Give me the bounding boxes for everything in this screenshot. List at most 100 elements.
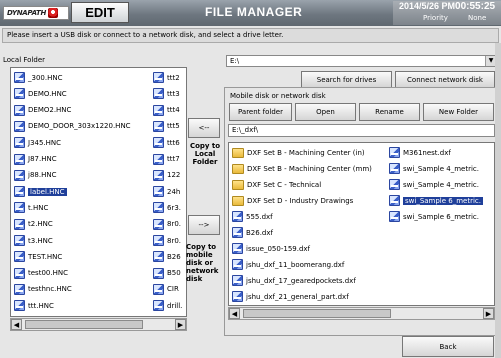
file-icon [232,243,243,254]
scroll-thumb[interactable] [25,320,143,329]
list-item[interactable]: t2.HNC [14,218,152,231]
list-item[interactable]: swi_Sample 6_metric. [389,210,493,223]
list-item[interactable]: ttt7 [153,153,187,166]
list-item[interactable]: t.HNC [14,201,152,214]
list-item[interactable]: DXF Set C - Technical [232,178,388,191]
edit-mode-button[interactable]: EDIT [71,2,129,23]
list-item[interactable]: jshu_dxf_11_boomerang.dxf [232,258,388,271]
file-icon [153,267,164,279]
list-item[interactable]: j88.HNC [14,169,152,182]
list-item[interactable]: ttt5 [153,120,187,133]
list-item[interactable]: _300.HNC [14,71,152,84]
file-name: DEMO.HNC [28,89,67,98]
file-icon [14,235,25,246]
file-name: t2.HNC [28,220,53,229]
copy-to-mobile-button[interactable]: --> [188,215,220,235]
file-name: DXF Set B - Machining Center (in) [247,148,365,157]
list-item[interactable]: TEST.HNC [14,250,152,263]
list-item[interactable]: test00.HNC [14,267,152,280]
scroll-left-arrow-icon[interactable]: ◀ [229,308,240,319]
list-item[interactable]: DEMO.HNC [14,87,152,100]
file-name: t3.HNC [28,236,53,245]
scroll-right-arrow-icon[interactable]: ▶ [175,319,186,330]
list-item[interactable]: CIR [153,283,187,296]
list-item[interactable]: DEMO2.HNC [14,104,152,117]
scroll-left-arrow-icon[interactable]: ◀ [11,319,22,330]
list-item[interactable]: drill. [153,299,187,312]
file-icon [14,267,25,279]
list-item[interactable]: DEMO_DOOR_303x1220.HNC [14,120,152,133]
file-icon [14,72,25,83]
file-icon [153,88,164,100]
list-item[interactable]: issue_050-159.dxf [232,242,388,255]
file-icon [14,104,25,116]
file-icon [389,179,400,190]
file-icon [14,202,25,214]
list-item[interactable]: jshu_dxf_17_gearedpockets.dxf [232,274,388,287]
rename-button[interactable]: Rename [359,103,420,121]
file-name: M361nest.dxf [403,148,451,157]
list-item[interactable]: B26 [153,250,187,263]
list-item[interactable]: ttt6 [153,136,187,149]
file-icon [232,227,243,238]
file-name: DEMO2.HNC [28,106,72,115]
copy-to-mobile-label: Copy to mobile disk or network disk [186,243,219,283]
connect-network-disk-button[interactable]: Connect network disk [395,71,495,88]
list-item[interactable]: t3.HNC [14,234,152,247]
mobile-disk-label: Mobile disk or network disk [230,92,326,100]
list-item[interactable]: 555.dxf [232,210,388,223]
current-path-field[interactable]: E:\_dxf\ [228,124,495,137]
list-item[interactable]: testhnc.HNC [14,283,152,296]
list-item[interactable]: DXF Set D - Industry Drawings [232,194,388,207]
scroll-thumb[interactable] [243,309,391,318]
list-item[interactable]: jshu_dxf_21_general_part.dxf [232,290,388,303]
list-item[interactable]: ttt4 [153,104,187,117]
file-name: ttt3 [167,89,180,98]
list-item[interactable]: DXF Set B - Machining Center (mm) [232,162,388,175]
file-name: 24h [167,187,181,196]
local-horizontal-scrollbar[interactable]: ◀ ▶ [10,318,187,331]
file-name: label.HNC [28,187,67,196]
list-item[interactable]: 24h [153,185,187,198]
file-icon [14,300,25,312]
copy-to-local-label: Copy to Local Folder [189,142,221,166]
list-item[interactable]: ttt3 [153,87,187,100]
file-icon [232,275,243,286]
scroll-right-arrow-icon[interactable]: ▶ [483,308,494,319]
list-item[interactable]: B50 [153,267,187,280]
open-button[interactable]: Open [295,103,356,121]
file-icon [153,72,164,83]
file-name: B26 [167,252,181,261]
list-item[interactable]: 8r0. [153,234,187,247]
mobile-horizontal-scrollbar[interactable]: ◀ ▶ [228,307,495,320]
list-item[interactable]: DXF Set B - Machining Center (in) [232,146,388,159]
list-item[interactable]: swi_Sample 4_metric. [389,162,493,175]
list-item[interactable]: 8r0. [153,218,187,231]
local-file-list[interactable]: _300.HNC DEMO.HNC DEMO2.HNC DEMO_DOOR_303x1… [10,67,187,317]
drive-select-value: E:\ [230,57,240,65]
file-name: testhnc.HNC [28,285,72,294]
list-item[interactable]: ttt.HNC [14,299,152,312]
list-item[interactable]: 122 [153,169,187,182]
file-name: J345.HNC [28,138,62,147]
search-drives-button[interactable]: Search for drives [301,71,392,88]
file-icon [14,120,25,132]
back-button[interactable]: Back [402,336,494,357]
copy-to-local-button[interactable]: <-- [188,118,220,138]
file-name: ttt5 [167,122,180,131]
list-item[interactable]: 6r3. [153,201,187,214]
list-item[interactable]: swi_Sample 6_metric. [389,194,493,207]
file-icon [153,235,164,246]
list-item[interactable]: J345.HNC [14,136,152,149]
list-item[interactable]: B26.dxf [232,226,388,239]
list-item[interactable]: M361nest.dxf [389,146,493,159]
list-item[interactable]: label.HNC [14,185,152,198]
drive-select[interactable]: E:\ ▼ [226,55,497,67]
list-item[interactable]: swi_Sample 4_metric. [389,178,493,191]
list-item[interactable]: ttt2 [153,71,187,84]
parent-folder-button[interactable]: Parent folder [229,103,292,121]
mobile-file-list[interactable]: DXF Set B - Machining Center (in) DXF Set… [228,142,495,306]
new-folder-button[interactable]: New Folder [423,103,494,121]
file-name: jshu_dxf_17_gearedpockets.dxf [246,276,356,285]
list-item[interactable]: J87.HNC [14,153,152,166]
